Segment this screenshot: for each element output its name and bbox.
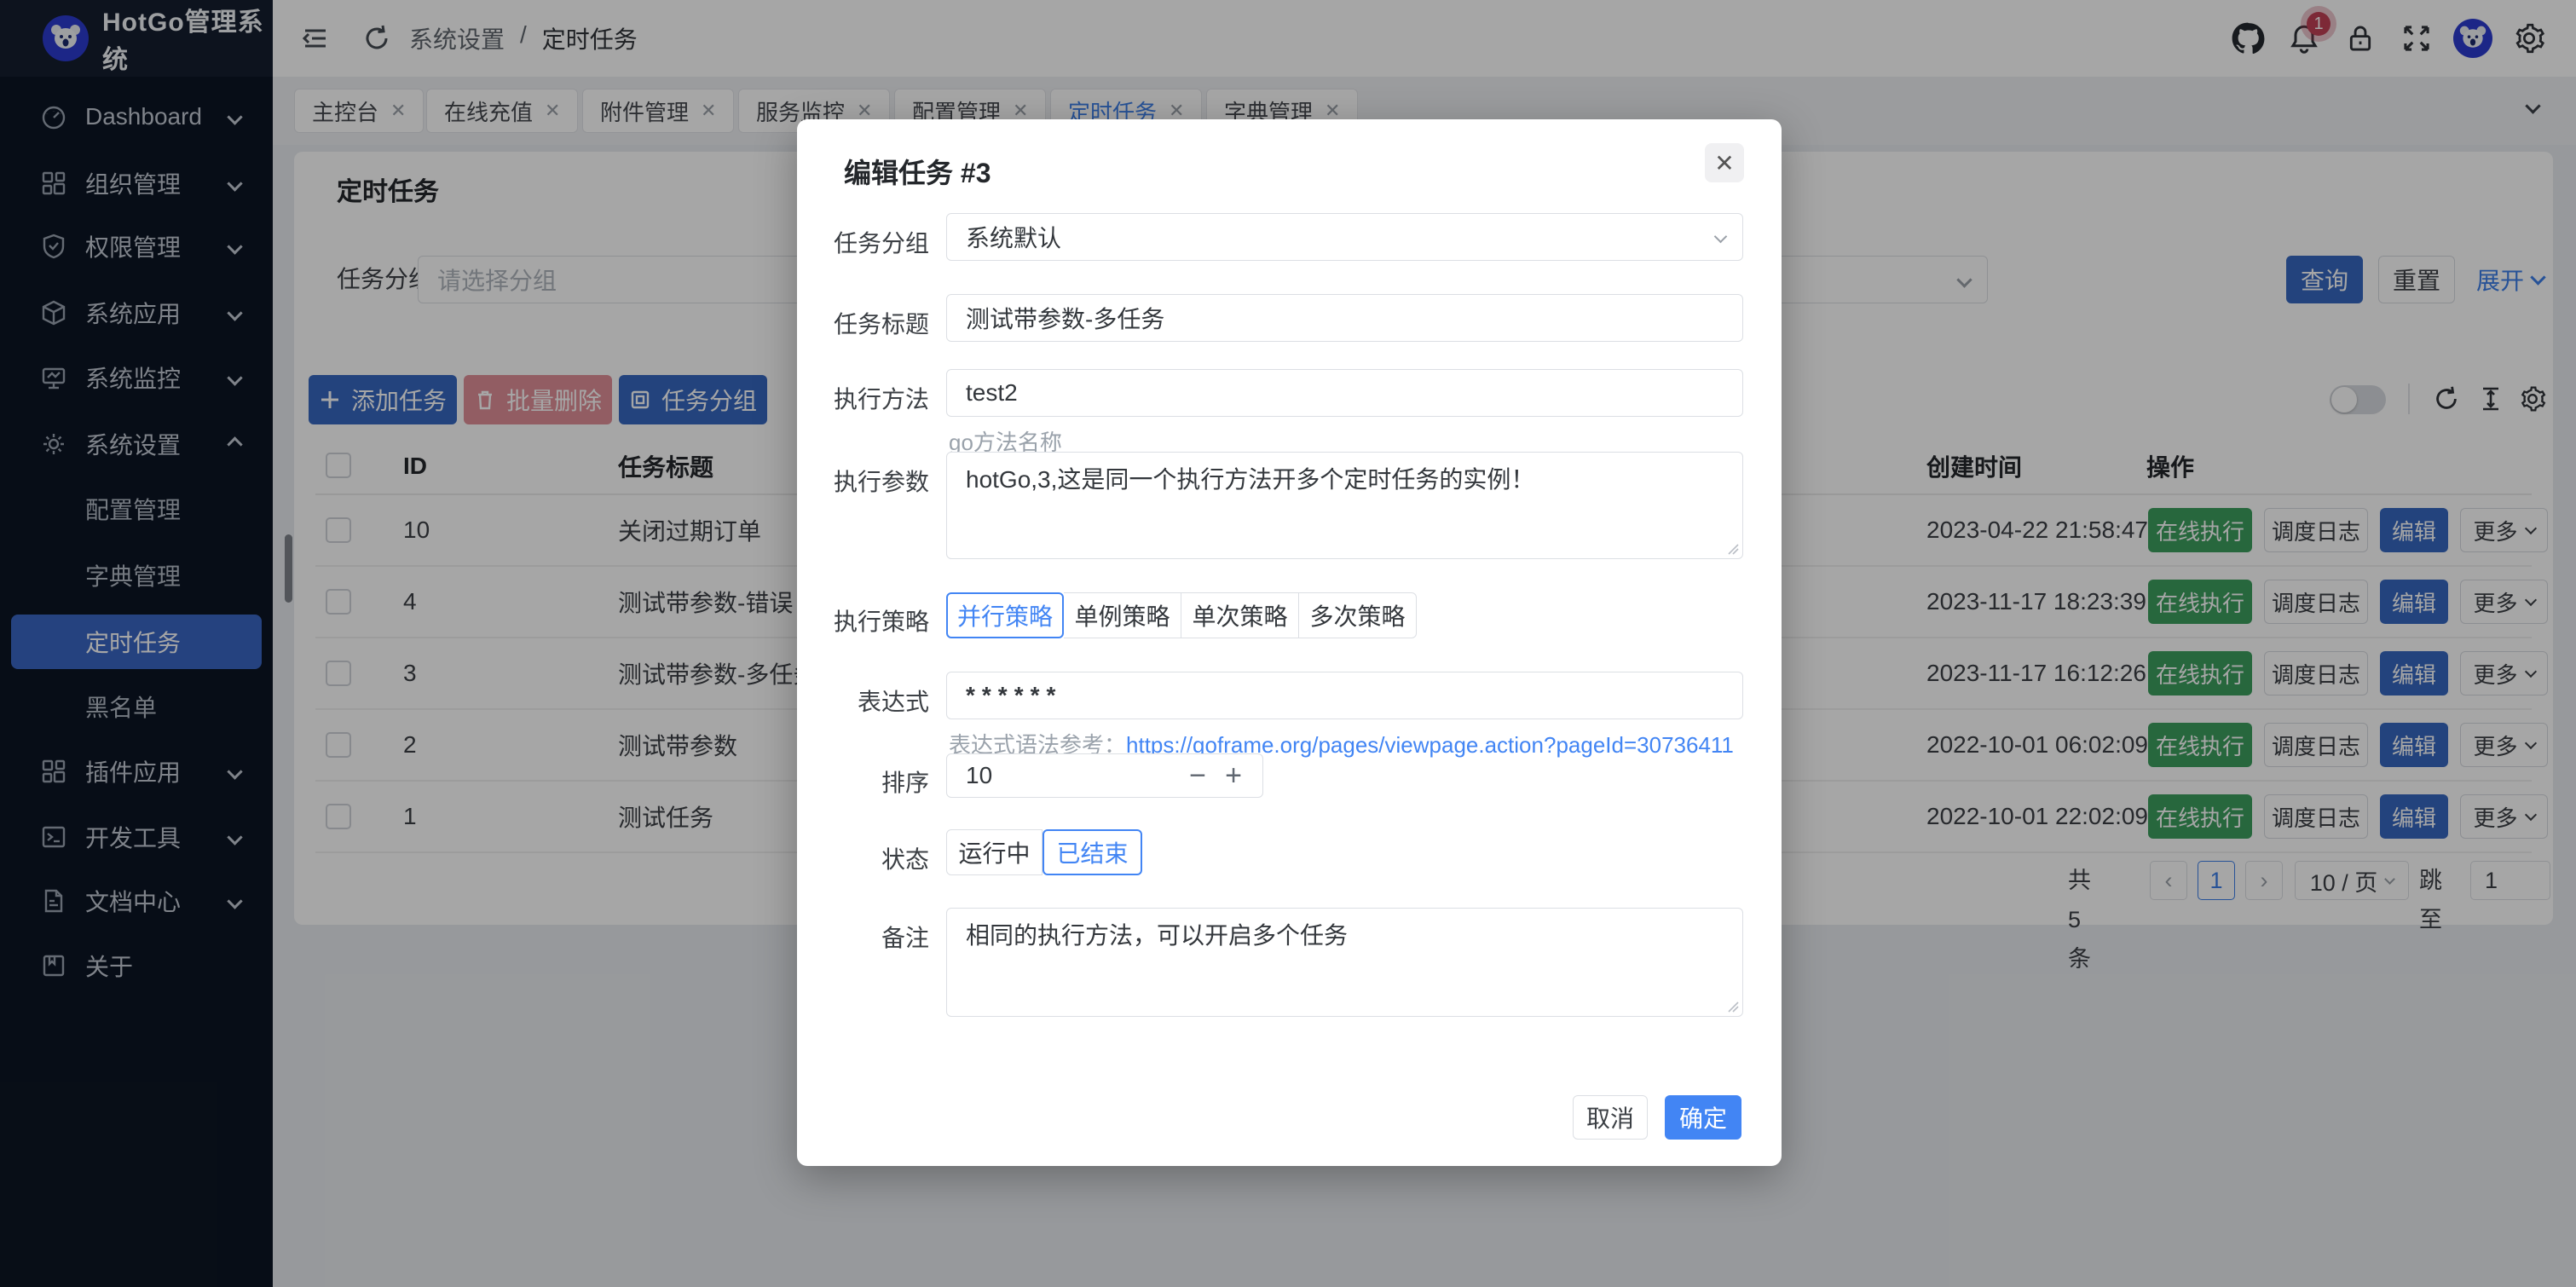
strategy-parallel-radio[interactable]: 并行策略	[946, 592, 1064, 638]
field-label-method: 执行方法	[797, 381, 929, 415]
field-label-params: 执行参数	[797, 464, 929, 498]
decrement-button[interactable]: −	[1189, 754, 1206, 797]
field-label-title: 任务标题	[797, 306, 929, 340]
sort-number-input[interactable]: 10 − +	[946, 753, 1263, 798]
field-label-sort: 排序	[797, 765, 929, 799]
chevron-down-icon	[1714, 230, 1728, 244]
strategy-multiple-radio[interactable]: 多次策略	[1299, 592, 1417, 638]
strategy-once-radio[interactable]: 单次策略	[1181, 592, 1299, 638]
task-group-select[interactable]: 系统默认	[946, 213, 1743, 261]
field-label-group: 任务分组	[797, 225, 929, 259]
task-group-value: 系统默认	[966, 220, 1061, 254]
confirm-button[interactable]: 确定	[1665, 1095, 1741, 1140]
remark-value: 相同的执行方法，可以开启多个任务	[966, 919, 1348, 953]
status-radio-group: 运行中 已结束	[946, 829, 1142, 875]
task-title-input[interactable]: 测试带参数-多任务	[946, 294, 1743, 342]
strategy-radio-group: 并行策略 单例策略 单次策略 多次策略	[946, 592, 1417, 638]
field-label-strategy: 执行策略	[797, 603, 929, 638]
strategy-singleton-radio[interactable]: 单例策略	[1064, 592, 1181, 638]
expression-input[interactable]: ******	[946, 672, 1743, 719]
resize-handle-icon[interactable]	[1725, 541, 1739, 555]
sort-value: 10	[966, 762, 992, 789]
resize-handle-icon[interactable]	[1725, 999, 1739, 1013]
increment-button[interactable]: +	[1225, 754, 1242, 797]
edit-task-modal: 编辑任务 #3 ✕ 任务分组 系统默认 任务标题 测试带参数-多任务 执行方法 …	[797, 119, 1782, 1166]
exec-method-input[interactable]: test2	[946, 369, 1743, 417]
status-running-radio[interactable]: 运行中	[946, 829, 1043, 875]
exec-params-value: hotGo,3,这是同一个执行方法开多个定时任务的实例！	[966, 463, 1534, 497]
field-label-status: 状态	[797, 841, 929, 875]
modal-close-button[interactable]: ✕	[1705, 143, 1744, 182]
field-label-remark: 备注	[797, 920, 929, 954]
exec-params-textarea[interactable]: hotGo,3,这是同一个执行方法开多个定时任务的实例！	[946, 452, 1743, 559]
task-title-value: 测试带参数-多任务	[966, 301, 1164, 335]
field-label-expression: 表达式	[797, 684, 929, 718]
status-finished-radio[interactable]: 已结束	[1043, 829, 1142, 875]
expression-value: ******	[966, 682, 1062, 709]
modal-title: 编辑任务 #3	[844, 152, 991, 191]
exec-method-value: test2	[966, 379, 1018, 407]
cancel-button[interactable]: 取消	[1573, 1095, 1648, 1140]
remark-textarea[interactable]: 相同的执行方法，可以开启多个任务	[946, 908, 1743, 1017]
